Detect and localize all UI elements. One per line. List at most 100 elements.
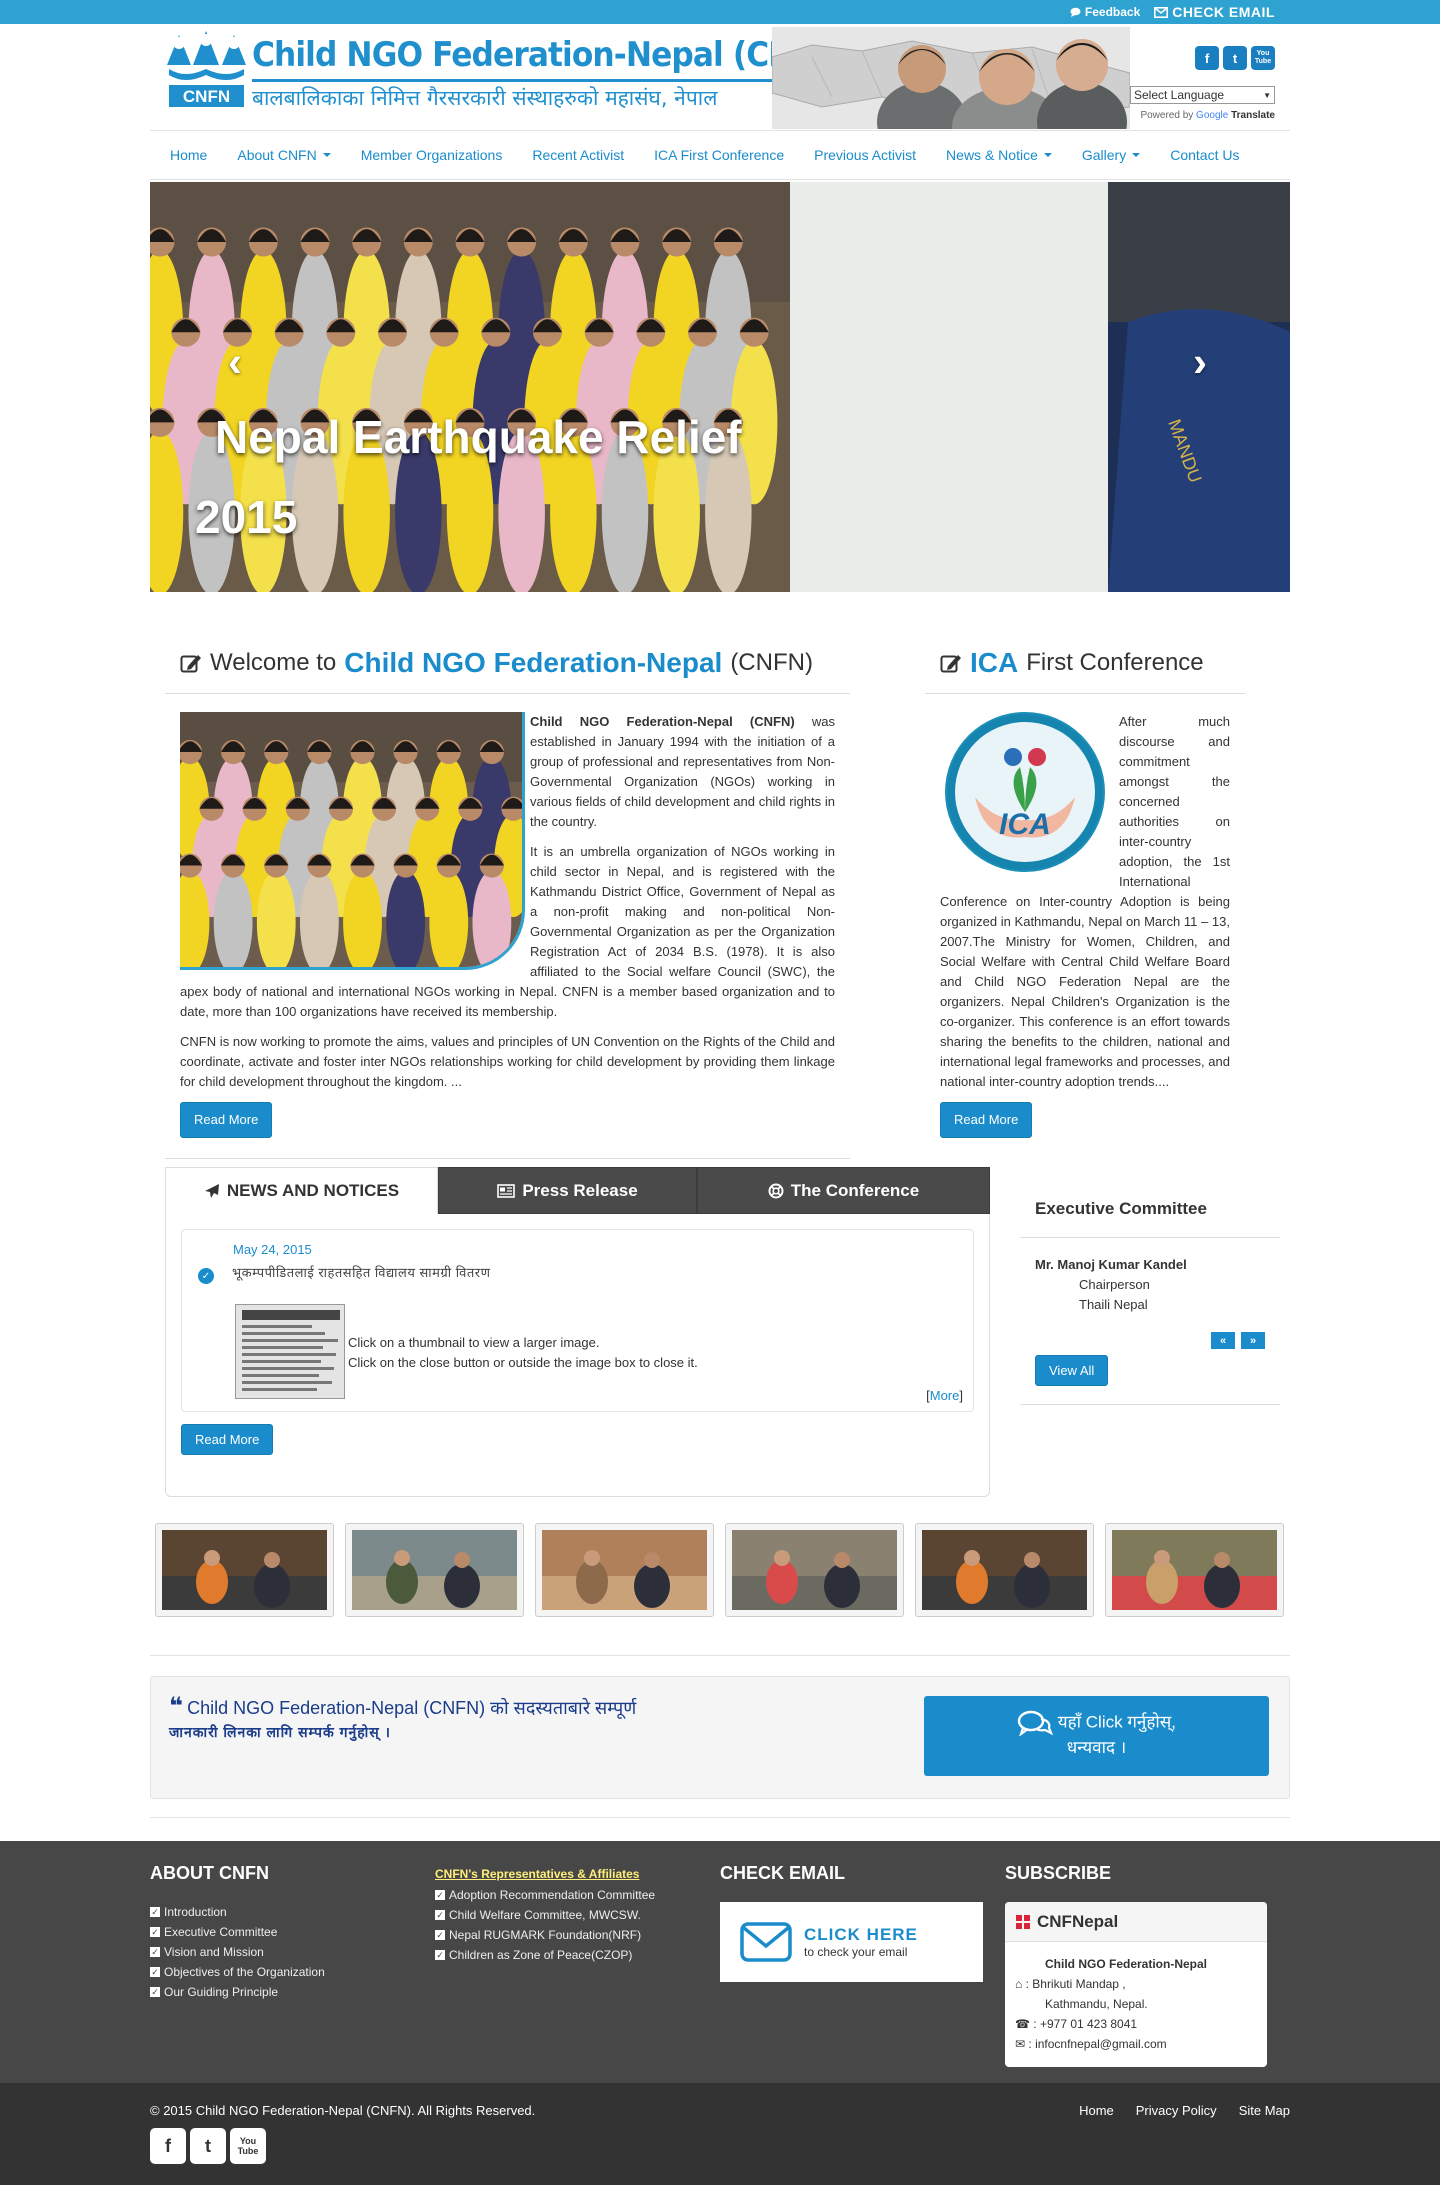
exec-next-icon[interactable]: » <box>1241 1332 1265 1349</box>
phone-icon: ☎ <box>1015 2017 1030 2031</box>
tab-press-release[interactable]: Press Release <box>438 1167 697 1214</box>
exec-prev-icon[interactable]: « <box>1211 1332 1235 1349</box>
cta-line1: Child NGO Federation-Nepal (CNFN) को सदस… <box>187 1698 637 1718</box>
check-square-icon: ✓ <box>150 1947 160 1957</box>
comment-icon <box>1070 7 1081 17</box>
nav-item-news-notice[interactable]: News & Notice <box>931 147 1067 163</box>
facebook-icon[interactable]: f <box>150 2128 186 2164</box>
svg-text:CNFN: CNFN <box>183 87 230 106</box>
translate-link[interactable]: Translate <box>1231 110 1275 121</box>
youtube-icon[interactable]: You Tube <box>230 2128 266 2164</box>
membership-cta: ❝ Child NGO Federation-Nepal (CNFN) को सद… <box>150 1676 1290 1799</box>
affiliate-link-item[interactable]: ✓ Nepal RUGMARK Foundation(NRF) <box>435 1925 720 1945</box>
footer-link-site-map[interactable]: Site Map <box>1239 2103 1290 2118</box>
gallery-thumbnail[interactable] <box>155 1523 334 1617</box>
news-date: May 24, 2015 <box>233 1242 312 1257</box>
check-circle-icon: ✓ <box>198 1268 214 1284</box>
nav-item-gallery[interactable]: Gallery <box>1067 147 1155 163</box>
twitter-icon[interactable]: t <box>190 2128 226 2164</box>
check-square-icon: ✓ <box>150 1967 160 1977</box>
check-email-link[interactable]: CHECK EMAIL <box>1154 4 1275 20</box>
quote-icon: ❝ <box>169 1693 184 1720</box>
nav-item-previous-activist[interactable]: Previous Activist <box>799 147 931 163</box>
gallery-thumbnail[interactable] <box>1105 1523 1284 1617</box>
news-thumbnail[interactable] <box>235 1304 345 1399</box>
caret-down-icon <box>1132 153 1141 157</box>
life-ring-icon <box>768 1183 784 1198</box>
affiliate-link-item[interactable]: ✓ Adoption Recommendation Committee <box>435 1885 720 1905</box>
language-select-value: Select Language <box>1134 88 1225 102</box>
bottom-bar: © 2015 Child NGO Federation-Nepal (CNFN)… <box>0 2083 1440 2185</box>
about-link-item[interactable]: ✓ Executive Committee <box>150 1922 435 1942</box>
comments-icon <box>1017 1710 1054 1737</box>
nav-item-member-organizations[interactable]: Member Organizations <box>346 147 518 163</box>
site-header: CNFN Child NGO Federation-Nepal (CNFN) ब… <box>150 24 1290 130</box>
ica-read-more-button[interactable]: Read More <box>940 1102 1033 1138</box>
nav-item-ica-first-conference[interactable]: ICA First Conference <box>639 147 799 163</box>
edit-icon <box>940 652 962 674</box>
facebook-icon[interactable]: f <box>1195 46 1219 70</box>
affiliate-link-item[interactable]: ✓ Child Welfare Committee, MWCSW. <box>435 1905 720 1925</box>
view-all-button[interactable]: View All <box>1035 1355 1109 1386</box>
cta-click-button[interactable]: यहाँ Click गर्नुहोस्, धन्यवाद । <box>924 1696 1269 1776</box>
slider-prev-icon[interactable]: ‹ <box>215 338 255 385</box>
gallery-thumbnail[interactable] <box>915 1523 1094 1617</box>
envelope-icon: ✉ <box>1015 2037 1026 2051</box>
cta-line2: जानकारी लिनका लागि सम्पर्क गर्नुहोस् । <box>169 1724 391 1740</box>
tab-news-and-notices[interactable]: NEWS AND NOTICES <box>165 1167 438 1214</box>
subscribe-box-title: CNFNepal <box>1037 1911 1119 1931</box>
check-square-icon: ✓ <box>435 1930 445 1940</box>
about-link-item[interactable]: ✓ Vision and Mission <box>150 1942 435 1962</box>
slide-caption: Nepal Earthquake Relief 2015 <box>195 397 815 557</box>
gallery-thumbnail[interactable] <box>535 1523 714 1617</box>
news-read-more-button[interactable]: Read More <box>181 1424 274 1455</box>
nav-item-recent-activist[interactable]: Recent Activist <box>517 147 639 163</box>
envelope-icon <box>1154 6 1169 18</box>
envelope-icon <box>740 1922 792 1962</box>
footer-link-privacy-policy[interactable]: Privacy Policy <box>1136 2103 1217 2118</box>
gallery-thumbnail[interactable] <box>725 1523 904 1617</box>
news-title[interactable]: भूकम्पपीडितलाई राहतसहित विद्यालय सामग्री… <box>232 1263 958 1281</box>
youtube-icon[interactable]: You Tube <box>1251 46 1275 70</box>
welcome-photo <box>180 712 525 970</box>
twitter-icon[interactable]: t <box>1223 46 1247 70</box>
about-link-item[interactable]: ✓ Objectives of the Organization <box>150 1962 435 1982</box>
slider-next-icon[interactable]: › <box>1180 338 1220 385</box>
language-select[interactable]: Select Language ▼ <box>1130 86 1275 104</box>
representatives-heading[interactable]: CNFN's Representatives & Affiliates <box>435 1867 720 1881</box>
nav-item-contact-us[interactable]: Contact Us <box>1155 147 1254 163</box>
about-link-item[interactable]: ✓ Our Guiding Principle <box>150 1982 435 2002</box>
feedback-link[interactable]: Feedback <box>1070 4 1140 20</box>
affiliate-link-item[interactable]: ✓ Children as Zone of Peace(CZOP) <box>435 1945 720 1965</box>
gallery-thumbnail[interactable] <box>345 1523 524 1617</box>
executive-committee: Executive Committee Mr. Manoj Kumar Kand… <box>1020 1167 1280 1497</box>
check-square-icon: ✓ <box>435 1910 445 1920</box>
welcome-read-more-button[interactable]: Read More <box>180 1102 273 1138</box>
nav-item-home[interactable]: Home <box>155 147 222 163</box>
svg-text:ICA: ICA <box>999 808 1051 841</box>
header-social-links: f t You Tube <box>1195 46 1275 70</box>
sub-address-1: : Bhrikuti Mandap , <box>1025 1977 1126 1991</box>
footer-check-email-button[interactable]: CLICK HERE to check your email <box>720 1902 983 1982</box>
newspaper-icon <box>497 1183 516 1198</box>
tab-the-conference[interactable]: The Conference <box>697 1167 990 1214</box>
caret-down-icon <box>322 153 331 157</box>
check-square-icon: ✓ <box>435 1890 445 1900</box>
main-nav: Home About CNFN Member Organizations Recent… <box>150 130 1290 180</box>
news-more-link[interactable]: [More] <box>926 1388 963 1403</box>
site-title: Child NGO Federation-Nepal (CNFN) <box>252 35 853 75</box>
cnfn-logo-mark: CNFN <box>165 27 248 109</box>
header-banner-photo <box>772 27 1130 129</box>
nav-item-about-cnfn[interactable]: About CNFN <box>222 147 345 163</box>
sub-phone: : +977 01 423 8041 <box>1033 2017 1138 2031</box>
slide-caption-line2: 2015 <box>195 491 298 543</box>
chevron-down-icon: ▼ <box>1263 90 1271 100</box>
slide-caption-line1: Nepal Earthquake Relief <box>215 411 742 463</box>
news-tabs: NEWS AND NOTICES Press Release The Confe… <box>165 1167 990 1497</box>
home-icon: ⌂ <box>1015 1977 1023 1991</box>
sub-email[interactable]: : infocnfnepal@gmail.com <box>1028 2037 1166 2051</box>
footer-link-home[interactable]: Home <box>1079 2103 1114 2118</box>
ica-heading: ICA First Conference <box>925 637 1245 694</box>
exec-title: Executive Committee <box>1020 1187 1280 1238</box>
about-link-item[interactable]: ✓ Introduction <box>150 1902 435 1922</box>
